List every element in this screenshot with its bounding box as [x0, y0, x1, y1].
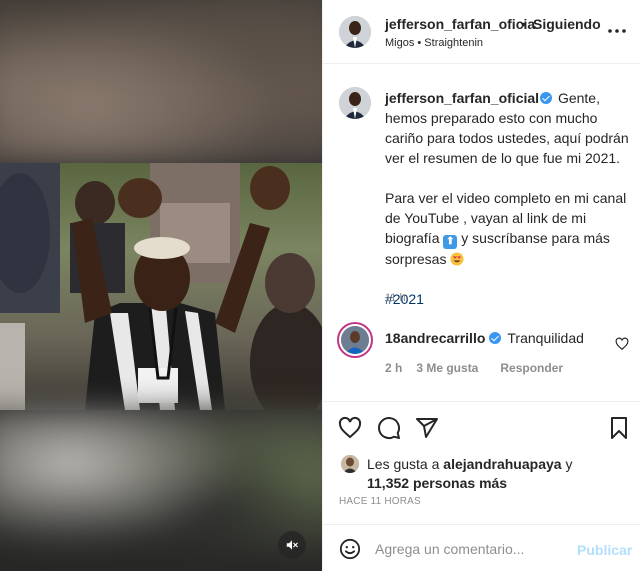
post-panel: jefferson_farfan_oficia • Siguiendo Migo…: [322, 0, 640, 571]
reply-button[interactable]: Responder: [500, 361, 563, 375]
likes-prefix: Les gusta a: [367, 456, 440, 472]
comment-avatar-image: [341, 326, 369, 354]
post-media[interactable]: [0, 0, 322, 571]
likes-connector: y: [565, 456, 573, 472]
header-separator: •: [521, 16, 526, 32]
comment-row: 18andrecarrillo Tranquilidad: [385, 330, 584, 346]
comment-meta: 2 h 3 Me gusta Responder: [385, 361, 577, 375]
comment-likes[interactable]: 3 Me gusta: [416, 361, 478, 375]
comment-like-heart-icon[interactable]: [615, 337, 629, 351]
caption-avatar-image: [339, 87, 371, 119]
likes-avatar-image: [341, 455, 359, 473]
comment-username[interactable]: 18andrecarrillo: [385, 330, 485, 346]
post-header: jefferson_farfan_oficia • Siguiendo Migo…: [323, 0, 640, 64]
video-scene: [0, 163, 322, 410]
post-caption: jefferson_farfan_oficial Gente, hemos pr…: [385, 88, 631, 309]
comment-icon[interactable]: [377, 416, 401, 440]
comment-text: Tranquilidad: [507, 330, 584, 346]
video-frame[interactable]: [0, 163, 322, 410]
avatar-image: [339, 16, 371, 48]
more-icon: [608, 29, 626, 33]
likes-count[interactable]: 11,352 personas más: [367, 475, 507, 491]
likes-summary: Les gusta a alejandrahuapaya y 11,352 pe…: [367, 455, 629, 493]
following-button[interactable]: Siguiendo: [533, 16, 601, 32]
verified-icon: [540, 92, 553, 104]
comment-time: 2 h: [385, 361, 403, 375]
caption-avatar[interactable]: [339, 87, 371, 119]
publish-button[interactable]: Publicar: [577, 542, 632, 558]
comment-avatar[interactable]: [337, 322, 373, 358]
caption-time: 11 h: [385, 292, 406, 304]
up-arrow-emoji-icon: ⬆: [443, 235, 458, 249]
emoji-icon[interactable]: [339, 538, 361, 560]
media-blur-top: [0, 0, 322, 165]
likes-avatar[interactable]: [341, 455, 359, 473]
more-options-button[interactable]: [607, 23, 627, 39]
comment-bar: Publicar: [323, 524, 640, 571]
mute-button[interactable]: [278, 531, 306, 559]
media-blur-bottom: [0, 408, 322, 571]
save-icon[interactable]: [607, 416, 631, 440]
comment-input[interactable]: [375, 538, 565, 560]
heart-eyes-emoji-icon: [450, 252, 464, 266]
audio-label[interactable]: Migos • Straightenin: [385, 37, 483, 49]
share-icon[interactable]: [415, 416, 439, 440]
header-username[interactable]: jefferson_farfan_oficia: [385, 16, 535, 32]
verified-icon: [489, 332, 502, 344]
mute-icon: [286, 540, 298, 550]
caption-username[interactable]: jefferson_farfan_oficial: [385, 90, 539, 106]
action-bar: [323, 401, 640, 451]
like-heart-icon[interactable]: [338, 416, 362, 440]
likes-user[interactable]: alejandrahuapaya: [443, 456, 561, 472]
posted-time[interactable]: HACE 11 HORAS: [339, 496, 421, 507]
avatar[interactable]: [339, 16, 371, 48]
